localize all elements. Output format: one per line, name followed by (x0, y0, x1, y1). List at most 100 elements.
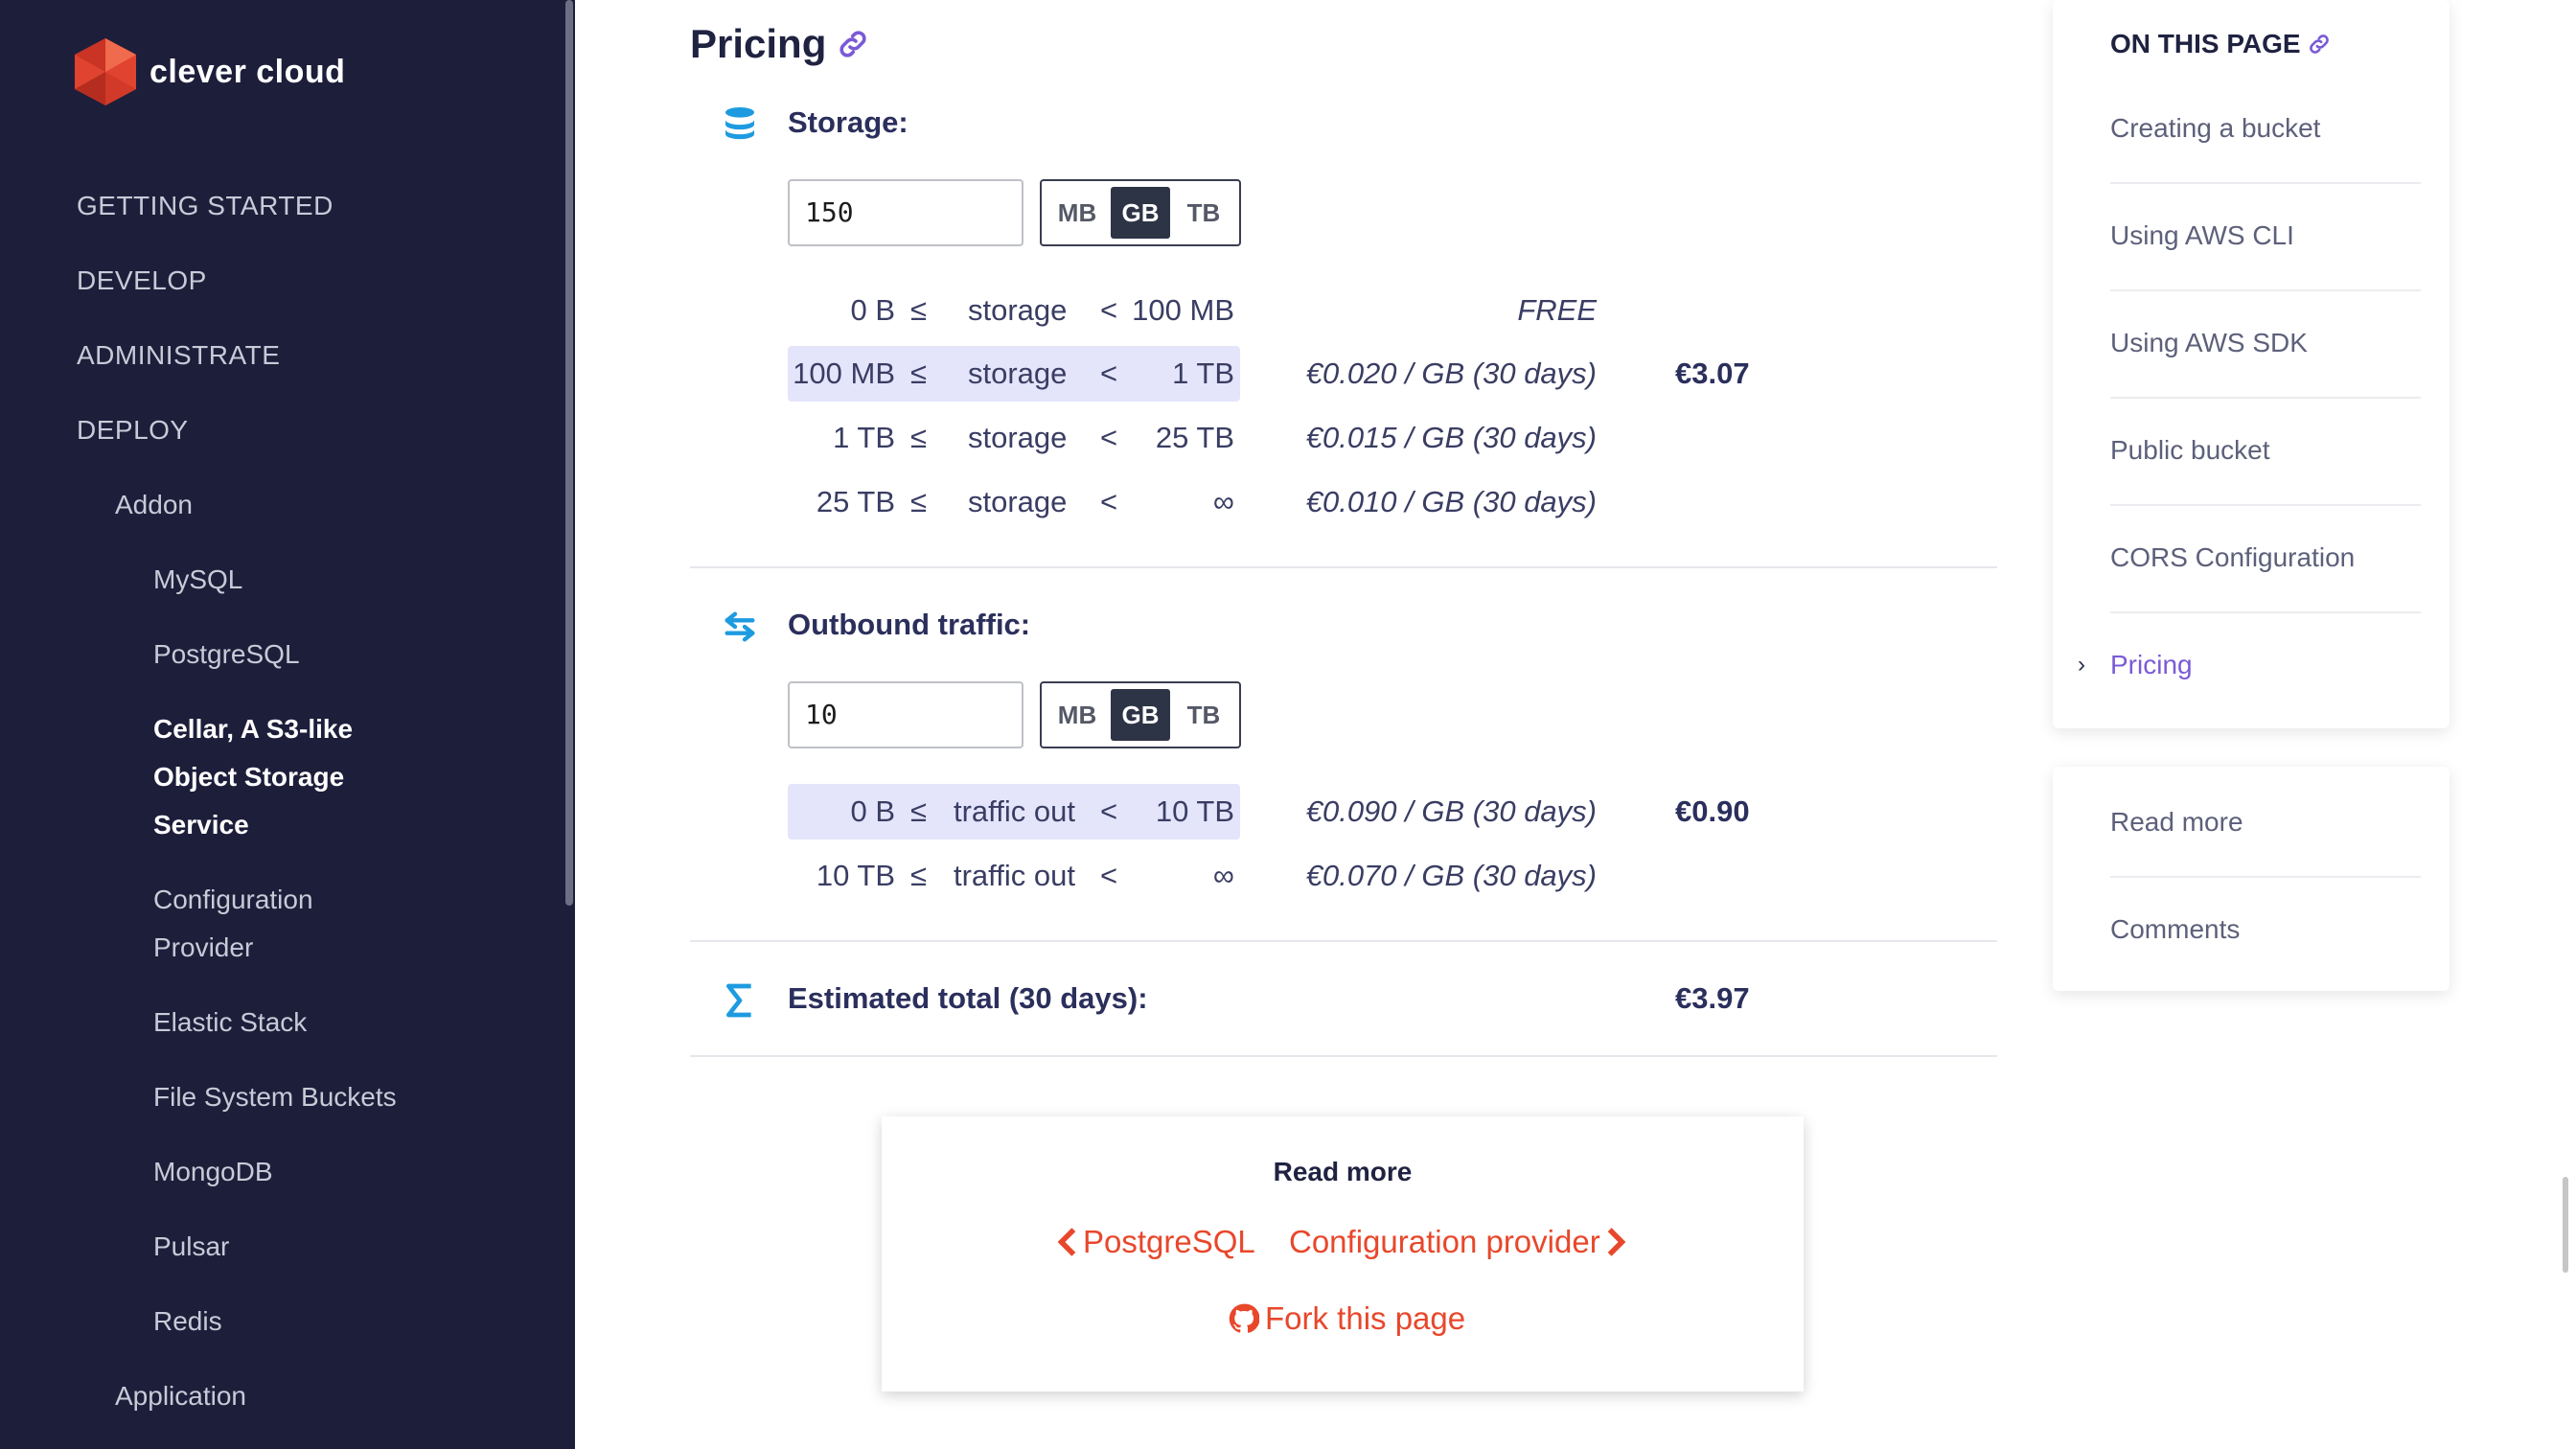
on-this-page-panel: ON THIS PAGE Creating a bucket Using AWS… (2053, 0, 2450, 728)
sigma-icon (726, 983, 751, 1018)
fork-page-link[interactable]: Fork this page (1229, 1300, 1465, 1337)
read-more-card: Read more PostgreSQL Configuration provi… (882, 1116, 1804, 1392)
estimated-total-label: Estimated total (30 days): (788, 981, 1148, 1015)
sidebar-item-redis[interactable]: Redis (153, 1298, 222, 1346)
sidebar-item-application[interactable]: Application (115, 1372, 246, 1420)
tier-from: 100 MB (793, 356, 895, 390)
tier-price: €0.010 / GB (30 days) (1305, 485, 1597, 518)
tier-op: < (1100, 421, 1118, 454)
tier-from: 25 TB (816, 485, 895, 518)
tier-from: 0 B (850, 794, 895, 828)
sidebar-item-cellar-line2[interactable]: Object Storage (153, 753, 344, 801)
tier-from: 0 B (850, 293, 895, 327)
tier-op: ≤ (910, 485, 928, 518)
sidebar-item-pulsar[interactable]: Pulsar (153, 1223, 229, 1271)
tier-amount: €3.07 (1675, 356, 1750, 390)
sidebar-item-config-provider-line2[interactable]: Provider (153, 924, 253, 972)
toc-item-public-bucket[interactable]: Public bucket (2110, 397, 2421, 506)
tier-label: traffic out (954, 859, 1075, 892)
traffic-unit-gb[interactable]: GB (1111, 689, 1170, 741)
tier-from: 1 TB (833, 421, 895, 454)
extra-links-panel: Read more Comments (2053, 767, 2450, 991)
tier-op: ≤ (910, 421, 928, 454)
tier-op: < (1100, 794, 1118, 828)
link-icon[interactable] (836, 27, 870, 61)
estimated-total-amount: €3.97 (1675, 981, 1750, 1015)
tier-to: 100 MB (1132, 293, 1234, 327)
section-divider (690, 1055, 1997, 1057)
tier-from: 10 TB (816, 859, 895, 892)
next-page-label: Configuration provider (1289, 1224, 1600, 1259)
tier-label: storage (968, 485, 1068, 518)
traffic-unit-mb[interactable]: MB (1047, 689, 1107, 741)
database-icon (725, 107, 754, 140)
sidebar-item-getting-started[interactable]: GETTING STARTED (77, 182, 334, 230)
read-more-title: Read more (1273, 1157, 1413, 1186)
pricing-heading: Pricing (690, 21, 827, 66)
sidebar-item-administrate[interactable]: ADMINISTRATE (77, 332, 280, 380)
sidebar-item-addon[interactable]: Addon (115, 481, 193, 529)
toc-item-aws-sdk[interactable]: Using AWS SDK (2110, 289, 2421, 399)
storage-unit-mb[interactable]: MB (1047, 187, 1107, 239)
sidebar-item-elastic-stack[interactable]: Elastic Stack (153, 999, 307, 1046)
hexagon-logo-icon (75, 38, 136, 105)
toc-item-comments[interactable]: Comments (2110, 876, 2421, 983)
tier-to: 1 TB (1172, 356, 1234, 390)
chevron-left-icon (1057, 1228, 1076, 1256)
tier-op: ≤ (910, 293, 928, 327)
sidebar-item-postgresql[interactable]: PostgreSQL (153, 631, 300, 678)
tier-to: ∞ (1212, 485, 1234, 518)
tier-price: €0.070 / GB (30 days) (1305, 859, 1597, 892)
github-icon (1229, 1303, 1259, 1333)
tier-label: storage (968, 356, 1068, 390)
tier-label: traffic out (954, 794, 1075, 828)
tier-amount: €0.90 (1675, 794, 1750, 828)
prev-page-link[interactable]: PostgreSQL (1056, 1224, 1255, 1260)
storage-unit-gb[interactable]: GB (1111, 187, 1170, 239)
toc-title-label: ON THIS PAGE (2110, 29, 2301, 58)
toc-item-cors[interactable]: CORS Configuration (2110, 504, 2421, 613)
tier-price: €0.090 / GB (30 days) (1305, 794, 1597, 828)
storage-unit-tb[interactable]: TB (1174, 187, 1233, 239)
sidebar-item-fs-buckets[interactable]: File System Buckets (153, 1073, 397, 1121)
section-divider (690, 566, 1997, 568)
sidebar-item-mongodb[interactable]: MongoDB (153, 1148, 273, 1196)
tier-price: €0.015 / GB (30 days) (1305, 421, 1597, 454)
sidebar-item-deploy[interactable]: DEPLOY (77, 406, 189, 454)
toc-title: ON THIS PAGE (2110, 29, 2332, 59)
sidebar: clever cloud GETTING STARTED DEVELOP ADM… (0, 0, 575, 1449)
tier-op: ≤ (910, 356, 928, 390)
prev-page-label: PostgreSQL (1083, 1224, 1255, 1259)
toc-item-pricing[interactable]: › Pricing (2078, 611, 2421, 719)
chevron-right-toc-icon: › (2078, 652, 2085, 678)
traffic-unit-tb[interactable]: TB (1174, 689, 1233, 741)
tier-op: < (1100, 859, 1118, 892)
traffic-title: Outbound traffic: (788, 608, 1031, 641)
toc-item-aws-cli[interactable]: Using AWS CLI (2110, 182, 2421, 291)
sidebar-scrollbar[interactable] (565, 0, 573, 906)
next-page-link[interactable]: Configuration provider (1289, 1224, 1627, 1260)
sidebar-item-mysql[interactable]: MySQL (153, 556, 242, 604)
tier-op: ≤ (910, 794, 928, 828)
sidebar-item-cellar-line3[interactable]: Service (153, 801, 249, 849)
link-icon[interactable] (2307, 32, 2332, 57)
toc-item-read-more[interactable]: Read more (2110, 769, 2421, 878)
storage-amount-input[interactable]: 150 (788, 179, 1024, 246)
tier-label: storage (968, 421, 1068, 454)
toc-item-creating-bucket[interactable]: Creating a bucket (2110, 75, 2421, 184)
sidebar-item-cellar-line1[interactable]: Cellar, A S3-like (153, 705, 353, 753)
tier-to: ∞ (1212, 859, 1234, 892)
tier-to: 25 TB (1155, 421, 1234, 454)
tier-label: storage (968, 293, 1068, 327)
brand-logo[interactable]: clever cloud (75, 38, 345, 105)
fork-page-label: Fork this page (1265, 1300, 1466, 1336)
traffic-unit-selector: MB GB TB (1040, 681, 1241, 748)
sidebar-item-develop[interactable]: DEVELOP (77, 257, 207, 305)
transfer-icon (724, 611, 755, 642)
chevron-right-icon (1607, 1228, 1626, 1256)
sidebar-item-config-provider-line1[interactable]: Configuration (153, 876, 313, 924)
page-scrollbar[interactable] (2563, 1177, 2568, 1273)
tier-op: < (1100, 293, 1118, 327)
brand-name: clever cloud (150, 53, 346, 90)
traffic-amount-input[interactable]: 10 (788, 681, 1024, 748)
